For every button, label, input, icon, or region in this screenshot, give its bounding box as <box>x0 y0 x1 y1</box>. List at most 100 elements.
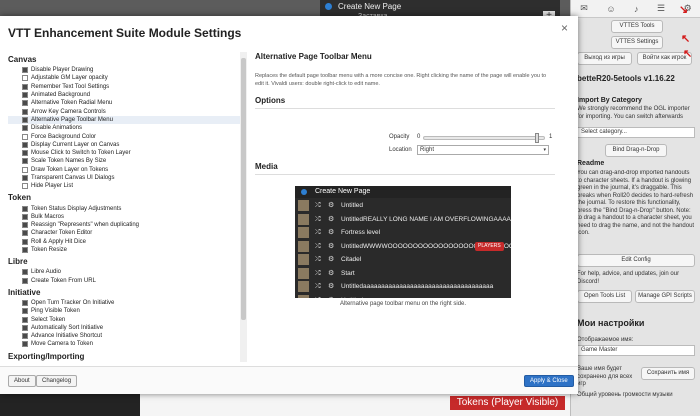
module-checkbox[interactable] <box>22 222 28 229</box>
module-checkbox[interactable] <box>22 324 28 331</box>
journal-icon[interactable]: ♪ <box>634 4 639 14</box>
module-option[interactable]: Arrow Key Camera Controls <box>8 107 240 115</box>
module-option[interactable]: Alternative Token Radial Menu <box>8 99 240 107</box>
module-option[interactable]: Token Status Display Adjustments <box>8 204 240 212</box>
module-checkbox[interactable] <box>22 205 28 212</box>
module-option-label[interactable]: Transparent Canvas UI Dialogs <box>31 175 114 181</box>
module-option[interactable]: Automatically Sort Initiative <box>8 324 240 332</box>
module-checkbox[interactable] <box>22 316 28 323</box>
module-checkbox[interactable] <box>22 116 28 123</box>
module-checkbox[interactable] <box>22 277 28 284</box>
module-checkbox[interactable] <box>22 238 28 245</box>
module-checkbox[interactable] <box>22 247 28 254</box>
module-option-label[interactable]: Move Camera to Token <box>31 341 93 347</box>
module-option-label[interactable]: Token Resize <box>31 247 67 253</box>
module-option-label[interactable]: Automatically Sort Initiative <box>31 325 103 331</box>
bind-drag-n-drop-button[interactable]: Bind Drag-n-Drop <box>605 144 667 157</box>
chat-icon[interactable]: ✉ <box>580 3 588 14</box>
module-checkbox[interactable] <box>22 230 28 237</box>
module-option[interactable]: Hide Player List <box>8 182 240 190</box>
module-checkbox[interactable] <box>22 75 28 82</box>
module-option[interactable]: Alternative Page Toolbar Menu <box>8 115 240 125</box>
module-option[interactable]: Create Token From URL <box>8 277 240 285</box>
module-checkbox[interactable] <box>22 299 28 306</box>
module-option-label[interactable]: Alternative Page Toolbar Menu <box>31 117 113 123</box>
module-option-label[interactable]: Open Turn Tracker On Initiative <box>31 300 114 306</box>
module-checkbox[interactable] <box>22 83 28 90</box>
exit-game-button[interactable]: Выход из игры <box>577 52 632 65</box>
module-checkbox[interactable] <box>22 133 28 140</box>
compendium-icon[interactable]: ☰ <box>657 3 665 14</box>
module-option-label[interactable]: Scale Token Names By Size <box>31 158 106 164</box>
module-option-label[interactable]: Remember Text Tool Settings <box>31 84 109 90</box>
module-checkbox[interactable] <box>22 141 28 148</box>
module-option-label[interactable]: Draw Token Layer on Tokens <box>31 167 108 173</box>
module-option-label[interactable]: Select Token <box>31 317 65 323</box>
module-checkbox[interactable] <box>22 183 28 190</box>
manage-gpi-scripts-button[interactable]: Manage GPI Scripts <box>635 290 695 303</box>
module-checkbox[interactable] <box>22 175 28 181</box>
module-option-label[interactable]: Disable Player Drawing <box>31 67 93 73</box>
module-option-label[interactable]: Roll & Apply Hit Dice <box>31 239 86 245</box>
module-option[interactable]: Character Token Editor <box>8 229 240 237</box>
module-option-label[interactable]: Ping Visible Token <box>31 308 80 314</box>
scrollbar-thumb[interactable] <box>241 58 246 320</box>
module-option[interactable]: Adjustable GM Layer opacity <box>8 74 240 82</box>
art-library-icon[interactable]: ☺ <box>606 4 615 14</box>
module-option-label[interactable]: Character Token Editor <box>31 230 92 236</box>
module-option[interactable]: Open Turn Tracker On Initiative <box>8 299 240 307</box>
module-option-label[interactable]: Arrow Key Camera Controls <box>31 109 106 115</box>
module-option-label[interactable]: Animated Background <box>31 92 90 98</box>
module-option[interactable]: Select Token <box>8 315 240 323</box>
module-checkbox[interactable] <box>22 67 28 74</box>
module-option-label[interactable]: Reassign "Represents" when duplicating <box>31 222 139 228</box>
module-checkbox[interactable] <box>22 269 28 276</box>
vttes-settings-button[interactable]: VTTES Settings <box>611 36 663 49</box>
module-option-label[interactable]: Hide Player List <box>31 183 73 189</box>
module-option-label[interactable]: Mouse Click to Switch to Token Layer <box>31 150 131 156</box>
module-list-scrollbar[interactable] <box>240 52 247 362</box>
opacity-slider[interactable] <box>423 136 545 140</box>
module-option-label[interactable]: Force Background Color <box>31 134 96 140</box>
create-new-page-link[interactable]: Create New Page <box>320 0 560 12</box>
module-option[interactable]: Reassign "Represents" when duplicating <box>8 221 240 229</box>
module-option[interactable]: Animated Background <box>8 91 240 99</box>
module-option-label[interactable]: Alternative Token Radial Menu <box>31 100 112 106</box>
module-option[interactable]: Ping Visible Token <box>8 307 240 315</box>
module-option-label[interactable]: Display Current Layer on Canvas <box>31 142 119 148</box>
module-checkbox[interactable] <box>22 100 28 107</box>
module-option-label[interactable]: Adjustable GM Layer opacity <box>31 75 108 81</box>
module-option[interactable]: Draw Token Layer on Tokens <box>8 166 240 174</box>
module-option[interactable]: Roll & Apply Hit Dice <box>8 238 240 246</box>
module-checkbox[interactable] <box>22 166 28 173</box>
opacity-slider-thumb[interactable] <box>535 133 540 143</box>
module-checkbox[interactable] <box>22 213 28 220</box>
module-option[interactable]: Scale Token Names By Size <box>8 157 240 165</box>
module-option-label[interactable]: Libre Audio <box>31 269 61 275</box>
category-select[interactable]: Select category... <box>577 127 695 138</box>
module-option[interactable]: Move Camera to Token <box>8 340 240 348</box>
module-checkbox[interactable] <box>22 150 28 157</box>
module-checkbox[interactable] <box>22 333 28 340</box>
module-option[interactable]: Remember Text Tool Settings <box>8 83 240 91</box>
save-name-button[interactable]: Сохранить имя <box>641 367 695 380</box>
changelog-button[interactable]: Changelog <box>36 375 78 387</box>
module-checkbox[interactable] <box>22 92 28 99</box>
module-checkbox[interactable] <box>22 158 28 165</box>
module-option[interactable]: Disable Animations <box>8 124 240 132</box>
module-option-label[interactable]: Advance Initiative Shortcut <box>31 333 102 339</box>
apply-close-button[interactable]: Apply & Close <box>524 375 574 387</box>
module-option[interactable]: Mouse Click to Switch to Token Layer <box>8 149 240 157</box>
module-option[interactable]: Advance Initiative Shortcut <box>8 332 240 340</box>
module-option[interactable]: Display Current Layer on Canvas <box>8 141 240 149</box>
close-icon[interactable]: × <box>561 21 568 35</box>
display-name-input[interactable]: Game Master <box>577 345 695 356</box>
module-option-label[interactable]: Create Token From URL <box>31 278 96 284</box>
location-select[interactable]: Right ▾ <box>417 145 549 155</box>
module-option[interactable]: Libre Audio <box>8 268 240 276</box>
module-option[interactable]: Force Background Color <box>8 132 240 140</box>
module-checkbox[interactable] <box>22 308 28 315</box>
module-option[interactable]: Disable Player Drawing <box>8 66 240 74</box>
module-option-label[interactable]: Token Status Display Adjustments <box>31 206 121 212</box>
module-option[interactable]: Token Resize <box>8 246 240 254</box>
